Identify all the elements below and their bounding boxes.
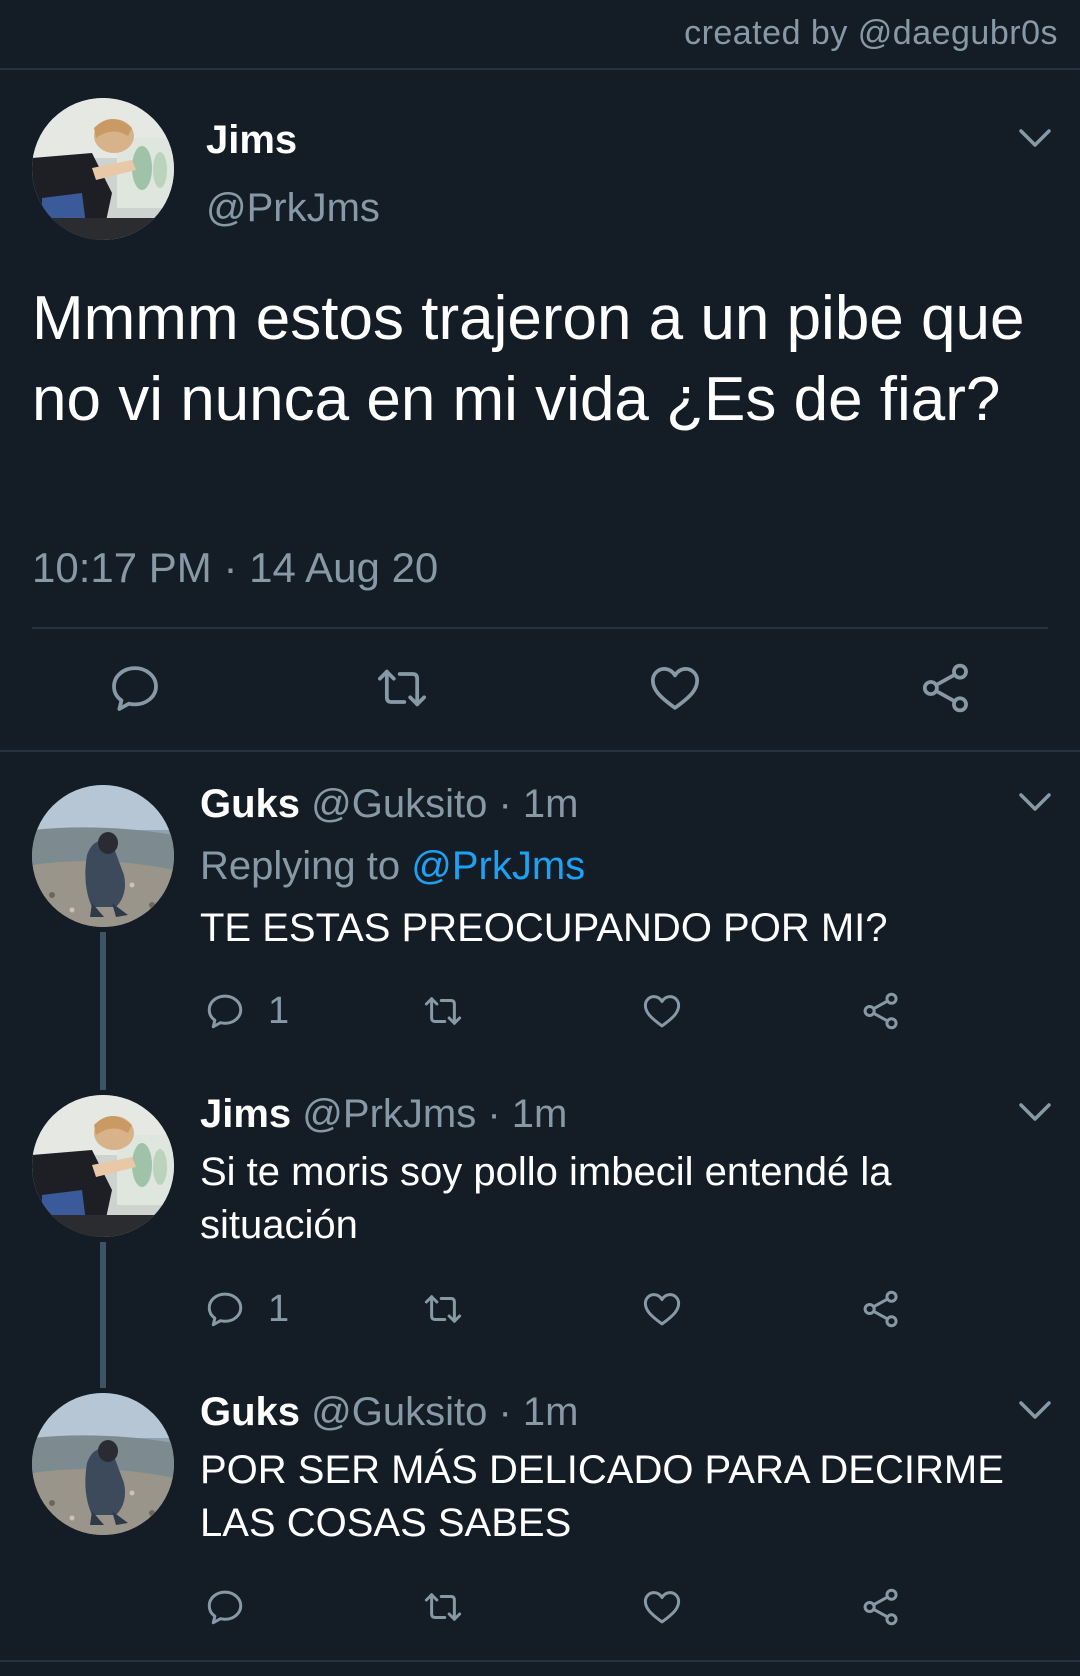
reply-author-name[interactable]: Guks <box>200 1390 300 1434</box>
like-icon[interactable] <box>641 990 683 1032</box>
reply-header: Jims @PrkJms · 1m <box>200 1092 567 1137</box>
avatar-jims[interactable] <box>32 98 174 240</box>
tweet-text: Mmmm estos trajeron a un pibe que no vi … <box>32 284 1025 434</box>
reply-icon[interactable] <box>204 1586 246 1628</box>
avatar-jims[interactable] <box>32 1095 174 1237</box>
section-separator <box>0 750 1080 752</box>
credit-bar: created by @daegubr0s <box>0 0 1080 70</box>
chevron-down-icon[interactable] <box>1018 792 1052 812</box>
author-handle[interactable]: @PrkJms <box>206 186 380 231</box>
tweet-thread-page: created by @daegubr0s Jims @PrkJms Mmmm … <box>0 0 1080 1676</box>
reply-text: POR SER MÁS DELICADO PARA DECIRME LAS CO… <box>200 1448 1004 1545</box>
author-name[interactable]: Jims <box>206 118 297 163</box>
retweet-icon[interactable] <box>422 1288 464 1330</box>
thread-line <box>100 1242 106 1388</box>
reply-icon[interactable] <box>107 660 163 716</box>
share-icon[interactable] <box>860 990 902 1032</box>
share-icon[interactable] <box>860 1586 902 1628</box>
like-icon[interactable] <box>641 1586 683 1628</box>
like-icon[interactable] <box>641 1288 683 1330</box>
reply-count: 1 <box>268 990 290 1032</box>
reply-author-meta[interactable]: @PrkJms · 1m <box>302 1092 567 1136</box>
retweet-icon[interactable] <box>422 1586 464 1628</box>
reply-header: Guks @Guksito · 1m <box>200 1390 579 1435</box>
divider <box>32 627 1048 629</box>
section-separator <box>0 1660 1080 1662</box>
reply-icon[interactable] <box>204 1288 246 1330</box>
share-icon[interactable] <box>860 1288 902 1330</box>
reply-header: Guks @Guksito · 1m <box>200 782 579 827</box>
chevron-down-icon[interactable] <box>1018 128 1052 148</box>
chevron-down-icon[interactable] <box>1018 1102 1052 1122</box>
reply-author-meta[interactable]: @Guksito · 1m <box>311 1390 578 1434</box>
thread-line <box>100 932 106 1090</box>
replying-mention-link[interactable]: @PrkJms <box>411 844 585 888</box>
reply-author-name[interactable]: Guks <box>200 782 300 826</box>
reply-icon[interactable] <box>204 990 246 1032</box>
reply-author-name[interactable]: Jims <box>200 1092 291 1136</box>
credit-text: created by @daegubr0s <box>684 14 1058 52</box>
retweet-icon[interactable] <box>374 660 430 716</box>
avatar-guks[interactable] <box>32 1393 174 1535</box>
like-icon[interactable] <box>647 660 703 716</box>
replying-label: Replying to <box>200 844 401 888</box>
reply-author-meta[interactable]: @Guksito · 1m <box>311 782 578 826</box>
reply-count: 1 <box>268 1288 290 1330</box>
avatar-guks[interactable] <box>32 785 174 927</box>
tweet-timestamp[interactable]: 10:17 PM · 14 Aug 20 <box>32 544 438 592</box>
replying-to: Replying to @PrkJms <box>200 844 585 889</box>
retweet-icon[interactable] <box>422 990 464 1032</box>
reply-text: Si te moris soy pollo imbecil entendé la… <box>200 1150 892 1247</box>
chevron-down-icon[interactable] <box>1018 1400 1052 1420</box>
reply-text: TE ESTAS PREOCUPANDO POR MI? <box>200 906 888 950</box>
share-icon[interactable] <box>918 660 974 716</box>
